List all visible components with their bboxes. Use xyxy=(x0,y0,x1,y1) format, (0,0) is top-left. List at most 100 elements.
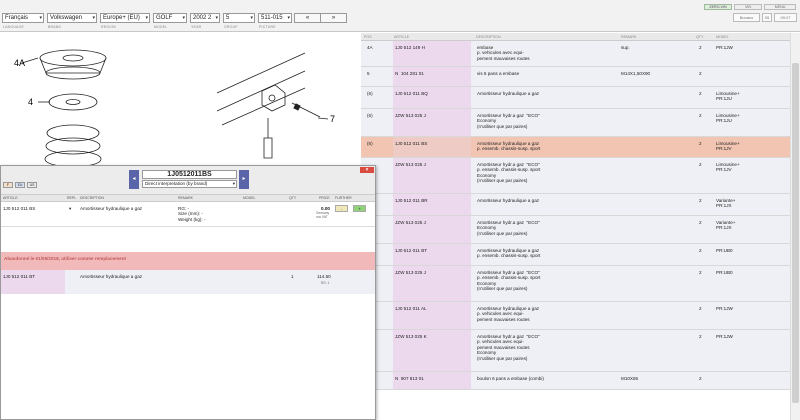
model-cell: PR:1JW xyxy=(716,306,733,311)
next-button[interactable]: » xyxy=(320,13,347,23)
quantity-minus-button[interactable]: - xyxy=(335,205,348,212)
close-button[interactable]: × xyxy=(360,167,374,173)
qty-cell: 2 xyxy=(699,91,702,96)
brand-value: Volkswagen xyxy=(50,15,83,21)
qty-cell: 2 xyxy=(699,306,702,311)
description-cell: Amortisseur hydraulique a gaz p. ensemb.… xyxy=(477,141,541,152)
info-box: 05 xyxy=(762,13,772,22)
header-price: PRICE xyxy=(319,196,330,200)
header-qty: QTY xyxy=(289,196,297,200)
table-row[interactable]: 5 N 104 281 01 vis 6 pans a embase M14X1,50… xyxy=(361,67,790,87)
article-cell: 1J0 512 011 BQ xyxy=(395,91,428,96)
qty-cell: 2 xyxy=(699,45,702,50)
menu-button[interactable]: MENU xyxy=(764,4,796,10)
table-row[interactable]: 1J0 512 011 BR Amortisseur hydraulique a … xyxy=(361,194,790,216)
callout-label[interactable]: 4 xyxy=(28,97,33,107)
scrollbar-thumb[interactable] xyxy=(792,63,799,403)
qty-cell: 2 xyxy=(699,334,702,339)
table-row[interactable]: JZW 513 025 J Amortisseur hydr.a gaz "ECO… xyxy=(361,266,790,302)
table-row[interactable]: JZW 513 025 J Amortisseur hydr.a gaz "ECO… xyxy=(361,216,790,244)
qty-cell: 1 xyxy=(291,274,294,279)
article-cell: JZW 513 025 J xyxy=(395,270,426,275)
qty-cell: 2 xyxy=(699,248,702,253)
model-cell: Limousine+ PR:1JV xyxy=(716,162,740,173)
article-cell: N 104 281 01 xyxy=(395,71,424,76)
exploded-drawing[interactable]: 4A 4 7 xyxy=(0,33,378,168)
callout-label[interactable]: 7 xyxy=(330,114,335,124)
flag-f[interactable]: F xyxy=(3,182,13,188)
qty-cell: 2 xyxy=(699,220,702,225)
vin-button[interactable]: VIN xyxy=(734,4,762,10)
callout-label[interactable]: 4A xyxy=(14,58,25,68)
table-row[interactable]: (6) JZW 513 025 J Amortisseur hydr.a gaz "… xyxy=(361,109,790,137)
language-select[interactable]: Français ▾ xyxy=(2,13,44,23)
group-value: 5 xyxy=(226,15,230,21)
popup-table-header: ARTICLE REPL DESCRIPTION REMARK MODEL QT… xyxy=(1,194,375,202)
year-select[interactable]: 2002 2 ▾ xyxy=(190,13,220,23)
chevron-down-icon: ▾ xyxy=(182,15,185,21)
table-row[interactable]: 1J0 512 011 AL Amortisseur hydraulique a … xyxy=(361,302,790,330)
flag-eu[interactable]: EU xyxy=(15,182,25,188)
model-select[interactable]: GOLF ▾ xyxy=(153,13,187,23)
flag-us[interactable]: US xyxy=(27,182,37,188)
description-cell: Amortisseur hydr.a gaz "ECO" p. vehicule… xyxy=(477,334,540,361)
price-note: Germany vno VAT xyxy=(316,211,330,219)
zero-vin-button[interactable]: ZERO-VIN xyxy=(704,4,732,10)
next-part-button[interactable]: ▸ xyxy=(239,170,249,189)
brand-select[interactable]: Volkswagen ▾ xyxy=(47,13,97,23)
article-cell: 1J0 512 011 BS xyxy=(3,206,36,211)
article-cell-bg xyxy=(393,67,471,86)
description-cell: Amortisseur hydraulique a gaz xyxy=(80,274,143,279)
model-value: GOLF xyxy=(156,15,173,21)
table-row[interactable]: 8N 907 813 01boulon 6 pans a embase (com… xyxy=(361,372,790,390)
article-cell: JZW 513 025 J xyxy=(395,113,426,118)
subgroup-select[interactable]: 511-015 ▾ xyxy=(258,13,292,23)
group-label: GROUP xyxy=(224,25,238,29)
remark-cell: RG: - Size (mm): - Weight (kg): - xyxy=(178,206,206,222)
header-article: ARTICLE xyxy=(3,196,18,200)
table-row[interactable]: (6) 1J0 512 011 BQ Amortisseur hydraulique… xyxy=(361,87,790,109)
language-value: Français xyxy=(5,15,29,21)
table-row[interactable]: JZW 513 025 K Amortisseur hydr.a gaz "ECO… xyxy=(361,330,790,372)
language-label: LANGUAGE xyxy=(3,25,25,29)
pos-cell: 4A xyxy=(367,45,373,50)
clock-box: 09:27 xyxy=(774,13,797,22)
table-row[interactable]: (6) 1J0 512 011 BS Amortisseur hydraulique… xyxy=(361,137,790,158)
parts-table: POS ARTICLE DESCRIPTION REMARK QTY MODEL… xyxy=(361,33,790,420)
header-model: MODEL xyxy=(243,196,256,200)
table-row[interactable]: 4A 1J0 512 149 H embase p. vehicules avec … xyxy=(361,41,790,67)
model-cell: Limousine+ PR:1JU xyxy=(716,113,740,124)
article-cell: 1J0 512 149 H xyxy=(395,45,425,50)
qty-cell: 2 xyxy=(699,141,702,146)
article-cell: JZW 513 025 K xyxy=(395,334,427,339)
part-detail-popup: F EU US ◂ 1J0512011BS Direct interpretat… xyxy=(0,165,376,420)
type-value: 2 xyxy=(208,15,212,21)
market-select[interactable]: Europe+ (EU) ▾ xyxy=(100,13,150,23)
subgroup-value: 511-015 xyxy=(261,15,283,21)
header-remark: REMARK xyxy=(621,35,637,39)
header-repl: REPL xyxy=(67,196,77,200)
interpretation-select[interactable]: Direct interpretation (by brand) ▾ xyxy=(142,180,237,188)
qty-cell: 2 xyxy=(699,71,702,76)
table-row[interactable]: 1J0 512 011 BT Amortisseur hydraulique a … xyxy=(361,244,790,266)
brand-label: BRAND xyxy=(48,25,62,29)
article-cell: 1J0 512 011 BR xyxy=(395,198,428,203)
price-cell: 114.50 xyxy=(317,274,331,279)
table-row[interactable]: JZW 513 025 J Amortisseur hydr.a gaz "ECO… xyxy=(361,158,790,194)
top-toolbar: Français ▾ Volkswagen ▾ Europe+ (EU) ▾ GOLF… xyxy=(0,0,800,32)
vertical-scrollbar[interactable] xyxy=(790,33,800,420)
popup-row[interactable]: 1J0 512 011 BS ▾ Amortisseur hydraulique… xyxy=(1,203,375,226)
replacement-row[interactable]: 1J0 512 011 BT Amortisseur hydraulique a… xyxy=(1,270,375,294)
model-cell: PR:UB0 xyxy=(716,270,733,275)
description-cell: Amortisseur hydraulique a gaz xyxy=(477,91,540,96)
add-to-cart-button[interactable]: + xyxy=(353,205,366,212)
price-note: RG: 1 xyxy=(321,281,330,285)
description-cell: Amortisseur hydr.a gaz "ECO" p. ensemb. … xyxy=(477,270,541,292)
previous-part-button[interactable]: ◂ xyxy=(129,170,139,189)
chevron-down-icon: ▾ xyxy=(250,15,253,21)
part-number-field[interactable]: 1J0512011BS xyxy=(142,170,237,179)
description-cell: Amortisseur hydr.a gaz "ECO" p. ensemb. … xyxy=(477,162,541,184)
previous-button[interactable]: « xyxy=(294,13,321,23)
repl-dropdown-icon[interactable]: ▾ xyxy=(69,206,71,211)
group-select[interactable]: 5 ▾ xyxy=(223,13,255,23)
